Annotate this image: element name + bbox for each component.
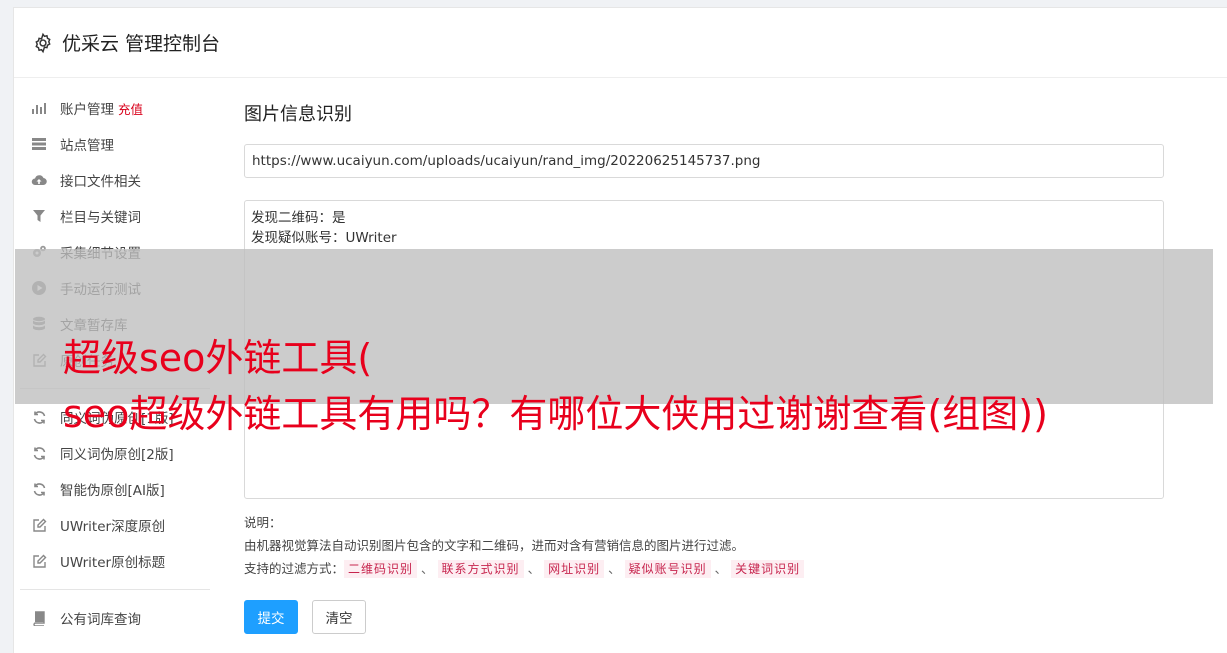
notes-description: 由机器视觉算法自动识别图片包含的文字和二维码，进而对含有营销信息的图片进行过滤。 <box>244 538 745 553</box>
sidebar-item[interactable]: 站点管理 <box>20 126 210 162</box>
sidebar-item[interactable]: 栏目与关键词 <box>20 198 210 234</box>
filters-label: 支持的过滤方式： <box>244 561 345 576</box>
notes: 说明： 由机器视觉算法自动识别图片包含的文字和二维码，进而对含有营销信息的图片进… <box>244 511 1164 580</box>
sidebar-item-label: 接口文件相关 <box>60 174 141 190</box>
filter-tag: 二维码识别 <box>344 560 418 578</box>
sidebar-item[interactable]: 公有词库查询 <box>20 600 210 636</box>
image-url-value: https://www.ucaiyun.com/uploads/ucaiyun/… <box>252 153 761 169</box>
sidebar-item-label: 智能伪原创[AI版] <box>60 483 165 499</box>
refresh-icon <box>31 445 47 461</box>
sidebar-item-label: UWriter原创标题 <box>60 555 166 571</box>
image-url-input[interactable]: https://www.ucaiyun.com/uploads/ucaiyun/… <box>244 144 1164 178</box>
filter-separator: 、 <box>608 561 621 576</box>
page-title: 优采云 管理控制台 <box>62 33 221 55</box>
sidebar-item-label: 公有词库查询 <box>60 612 141 628</box>
recharge-link[interactable]: 充值 <box>118 99 143 118</box>
sidebar-item-label: 站点管理 <box>60 138 114 154</box>
edit-icon <box>31 553 47 569</box>
cloud-upload-icon <box>31 172 47 188</box>
gear-icon <box>35 32 51 53</box>
sidebar-item[interactable]: 账户管理 充值 <box>20 90 210 126</box>
edit-icon <box>31 517 47 533</box>
sidebar-item[interactable]: UWriter深度原创 <box>20 507 210 543</box>
overlay-line-2: seo超级外链工具有用吗？有哪位大侠用过谢谢查看(组图)) <box>63 392 1048 436</box>
sidebar-divider <box>20 589 210 590</box>
filter-tag: 疑似账号识别 <box>624 560 711 578</box>
sidebar-item[interactable]: 智能伪原创[AI版] <box>20 471 210 507</box>
result-line: 发现疑似账号：UWriter <box>251 230 397 246</box>
book-icon <box>31 610 47 626</box>
filter-icon <box>31 208 47 224</box>
clear-button[interactable]: 清空 <box>312 600 366 634</box>
sidebar-item-label: 栏目与关键词 <box>60 210 141 226</box>
section-title: 图片信息识别 <box>244 104 352 125</box>
sidebar-item[interactable]: UWriter原创标题 <box>20 543 210 579</box>
refresh-icon <box>31 409 47 425</box>
filter-separator: 、 <box>527 561 541 576</box>
submit-button[interactable]: 提交 <box>244 600 298 634</box>
filter-separator: 、 <box>714 561 728 576</box>
refresh-icon <box>31 481 47 497</box>
button-row: 提交 清空 <box>244 600 1164 634</box>
sidebar-item-label: UWriter深度原创 <box>60 519 166 535</box>
overlay-headline: 超级seo外链工具( seo超级外链工具有用吗？有哪位大侠用过谢谢查看(组图)) <box>63 330 1223 442</box>
sidebar-item[interactable]: 接口文件相关 <box>20 162 210 198</box>
overlay-line-1: 超级seo外链工具( <box>63 336 373 380</box>
filters-row: 支持的过滤方式： 二维码识别、联系方式识别、网址识别、疑似账号识别、关键词识别 <box>244 557 1164 580</box>
notes-label: 说明： <box>244 515 282 530</box>
filter-tag: 网址识别 <box>544 560 605 578</box>
server-icon <box>31 136 47 152</box>
page-header: 优采云 管理控制台 <box>14 8 1227 78</box>
bar-chart-icon <box>31 100 47 116</box>
filter-tag: 关键词识别 <box>731 560 805 578</box>
filter-tag: 联系方式识别 <box>437 560 524 578</box>
filter-separator: 、 <box>421 561 434 576</box>
result-line: 发现二维码：是 <box>251 210 346 226</box>
sidebar-item-label: 账户管理 <box>60 102 114 118</box>
sidebar-item-label: 同义词伪原创[2版] <box>60 447 174 463</box>
